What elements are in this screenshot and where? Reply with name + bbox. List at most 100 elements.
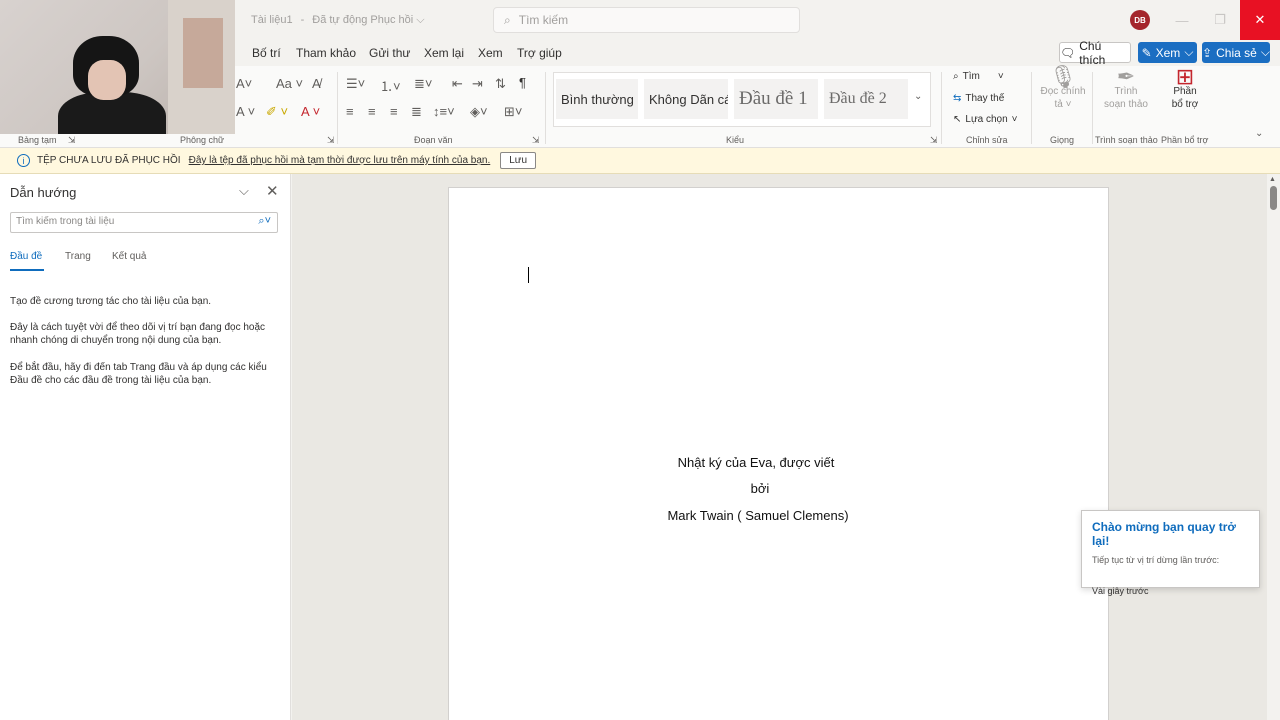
maximize-button[interactable]: ❐ xyxy=(1200,0,1240,40)
style-heading-2[interactable]: Đầu đề 2 xyxy=(824,79,908,119)
replace-label: Thay thế xyxy=(965,93,1005,104)
chevron-down-icon: ⌵ xyxy=(1184,45,1194,59)
document-line-2[interactable]: bởi xyxy=(610,481,910,496)
group-editing-label: Chỉnh sửa xyxy=(966,135,1008,145)
share-button[interactable]: ⇪ Chia sẻ ⌵ xyxy=(1202,42,1270,63)
styles-expand-icon[interactable]: ⌄ xyxy=(914,91,922,102)
tab-review[interactable]: Xem lại xyxy=(424,46,464,60)
navigation-help-text-2: Đây là cách tuyệt vời để theo dõi vị trí… xyxy=(10,322,266,346)
change-case-icon[interactable]: Aa ˅ xyxy=(276,76,303,91)
save-button[interactable]: Lưu xyxy=(500,152,537,169)
multilevel-list-icon[interactable]: ≣˅ xyxy=(414,76,432,92)
minimize-button[interactable]: — xyxy=(1162,0,1202,40)
style-normal[interactable]: Bình thường xyxy=(556,79,638,119)
recovered-file-infobar: i TỆP CHƯA LƯU ĐÃ PHỤC HỒI Đây là tệp đã… xyxy=(0,148,1280,174)
align-left-icon[interactable]: ≡ xyxy=(346,104,354,119)
select-button[interactable]: ↖ Lựa chọn ˅ xyxy=(953,114,1018,125)
sort-icon[interactable]: ⇅ xyxy=(495,76,506,92)
paragraph-launcher-icon[interactable]: ⇲ xyxy=(532,135,540,146)
clipboard-launcher-icon[interactable]: ⇲ xyxy=(68,135,76,146)
ribbon-divider xyxy=(1092,72,1093,144)
chevron-down-icon: ⌵ xyxy=(1260,45,1270,59)
increase-indent-icon[interactable]: ⇥ xyxy=(472,76,483,92)
addins-button[interactable]: ⊞ Phần bổ trợ xyxy=(1163,64,1207,111)
chevron-down-icon: ˅ xyxy=(997,71,1004,82)
welcome-subtitle: Tiếp tục từ vị trí dừng lần trước: xyxy=(1092,555,1220,565)
tab-references[interactable]: Tham khảo xyxy=(296,46,356,60)
replace-button[interactable]: ⇆ Thay thế xyxy=(953,93,1004,104)
document-name[interactable]: Tài liệu1 xyxy=(251,14,293,26)
tab-mailings[interactable]: Gửi thư xyxy=(369,46,410,60)
document-title[interactable]: Tài liệu1- Đã tự động Phục hồi ⌵ xyxy=(251,14,425,27)
numbering-icon[interactable]: ⒈˅ xyxy=(380,76,401,95)
shading-icon[interactable]: ◈˅ xyxy=(470,104,488,120)
dictate-button[interactable]: 🎙 Đọc chính tả ˅ xyxy=(1040,66,1086,111)
webcam-shelf xyxy=(183,18,223,88)
tab-layout[interactable]: Bố trí xyxy=(252,46,281,60)
bullets-icon[interactable]: ☰˅ xyxy=(346,76,365,92)
tab-view[interactable]: Xem xyxy=(478,46,503,60)
align-right-icon[interactable]: ≡ xyxy=(390,104,398,119)
font-launcher-icon[interactable]: ⇲ xyxy=(327,135,335,146)
styles-gallery: Bình thường Không Dãn cách Đầu đề 1 Đầu … xyxy=(553,72,931,127)
search-input[interactable]: ⌕ Tìm kiếm xyxy=(493,7,800,33)
pilcrow-icon[interactable]: ¶ xyxy=(519,75,526,90)
styles-launcher-icon[interactable]: ⇲ xyxy=(930,135,938,146)
tab-results[interactable]: Kết quả xyxy=(112,251,146,262)
style-no-spacing[interactable]: Không Dãn cách xyxy=(644,79,728,119)
webcam-overlay xyxy=(0,0,235,134)
navigation-search-placeholder: Tìm kiếm trong tài liệu xyxy=(16,216,115,227)
autosave-status[interactable]: Đã tự động Phục hồi xyxy=(312,14,413,26)
close-icon[interactable]: ✕ xyxy=(266,182,279,200)
document-line-1[interactable]: Nhật ký của Eva, được viết xyxy=(606,455,906,470)
group-editor-label: Trình soạn thảo xyxy=(1095,135,1158,145)
comment-icon: 🗨 xyxy=(1060,45,1076,60)
addins-label-2: bổ trợ xyxy=(1171,99,1199,110)
find-label: Tìm xyxy=(962,71,980,82)
avatar[interactable]: DB xyxy=(1130,10,1150,30)
document-page[interactable] xyxy=(448,187,1109,720)
webcam-person-face xyxy=(88,60,126,100)
chevron-down-icon[interactable]: ⌵ xyxy=(416,14,424,26)
editor-button[interactable]: ✒ Trình soạn thảo xyxy=(1100,66,1152,111)
comments-button[interactable]: 🗨 Chú thích xyxy=(1059,39,1131,67)
vertical-scrollbar[interactable]: ▲ xyxy=(1267,174,1280,720)
navigation-search-input[interactable]: Tìm kiếm trong tài liệu ⌕˅ xyxy=(10,212,278,233)
font-color-icon[interactable]: A ˅ xyxy=(301,104,320,119)
style-heading-1[interactable]: Đầu đề 1 xyxy=(734,79,818,119)
chevron-down-icon[interactable]: ⌵ xyxy=(239,183,249,199)
welcome-back-popup[interactable]: Chào mừng bạn quay trở lại! Tiếp tục từ … xyxy=(1081,510,1260,596)
text-effects-icon[interactable]: A ˅ xyxy=(236,104,255,119)
align-center-icon[interactable]: ≡ xyxy=(368,104,376,119)
navigation-help-text-1: Tạo đề cương tương tác cho tài liệu của … xyxy=(10,296,212,307)
ribbon-divider xyxy=(545,72,546,144)
search-placeholder: Tìm kiếm xyxy=(518,13,569,27)
font-size-decrease-icon[interactable]: A˅ xyxy=(236,76,252,91)
search-icon: ⌕ xyxy=(504,12,511,27)
ribbon-collapse-icon[interactable]: ⌄ xyxy=(1255,128,1263,139)
justify-icon[interactable]: ≣ xyxy=(411,104,422,120)
replace-icon: ⇆ xyxy=(953,93,962,104)
borders-icon[interactable]: ⊞˅ xyxy=(504,104,522,120)
search-icon[interactable]: ⌕˅ xyxy=(258,215,271,228)
view-mode-button[interactable]: ✎ Xem ⌵ xyxy=(1138,42,1197,63)
highlight-icon[interactable]: ✐ ˅ xyxy=(266,104,288,120)
clear-formatting-icon[interactable]: A̸ xyxy=(312,76,321,91)
tab-help[interactable]: Trợ giúp xyxy=(517,46,562,60)
group-styles-label: Kiểu xyxy=(726,135,745,145)
welcome-timestamp[interactable]: Vài giây trước xyxy=(1092,586,1249,596)
ribbon-divider xyxy=(1031,72,1032,144)
document-line-3[interactable]: Mark Twain ( Samuel Clemens) xyxy=(608,508,908,523)
scrollbar-thumb[interactable] xyxy=(1270,186,1277,210)
tab-headings[interactable]: Đầu đề xyxy=(10,251,42,262)
scroll-up-icon[interactable]: ▲ xyxy=(1269,176,1276,183)
infobar-message-link[interactable]: Đây là tệp đã phục hồi mà tạm thời được … xyxy=(189,155,491,166)
tab-pages[interactable]: Trang xyxy=(65,251,91,262)
decrease-indent-icon[interactable]: ⇤ xyxy=(452,76,463,92)
share-label: Chia sẻ xyxy=(1216,45,1257,60)
close-window-button[interactable]: ✕ xyxy=(1240,0,1280,40)
find-button[interactable]: ⌕ Tìm ˅ xyxy=(953,71,1004,82)
chevron-down-icon: ˅ xyxy=(1011,114,1018,125)
addins-grid-icon: ⊞ xyxy=(1175,64,1195,89)
line-spacing-icon[interactable]: ↕≡˅ xyxy=(433,104,455,119)
